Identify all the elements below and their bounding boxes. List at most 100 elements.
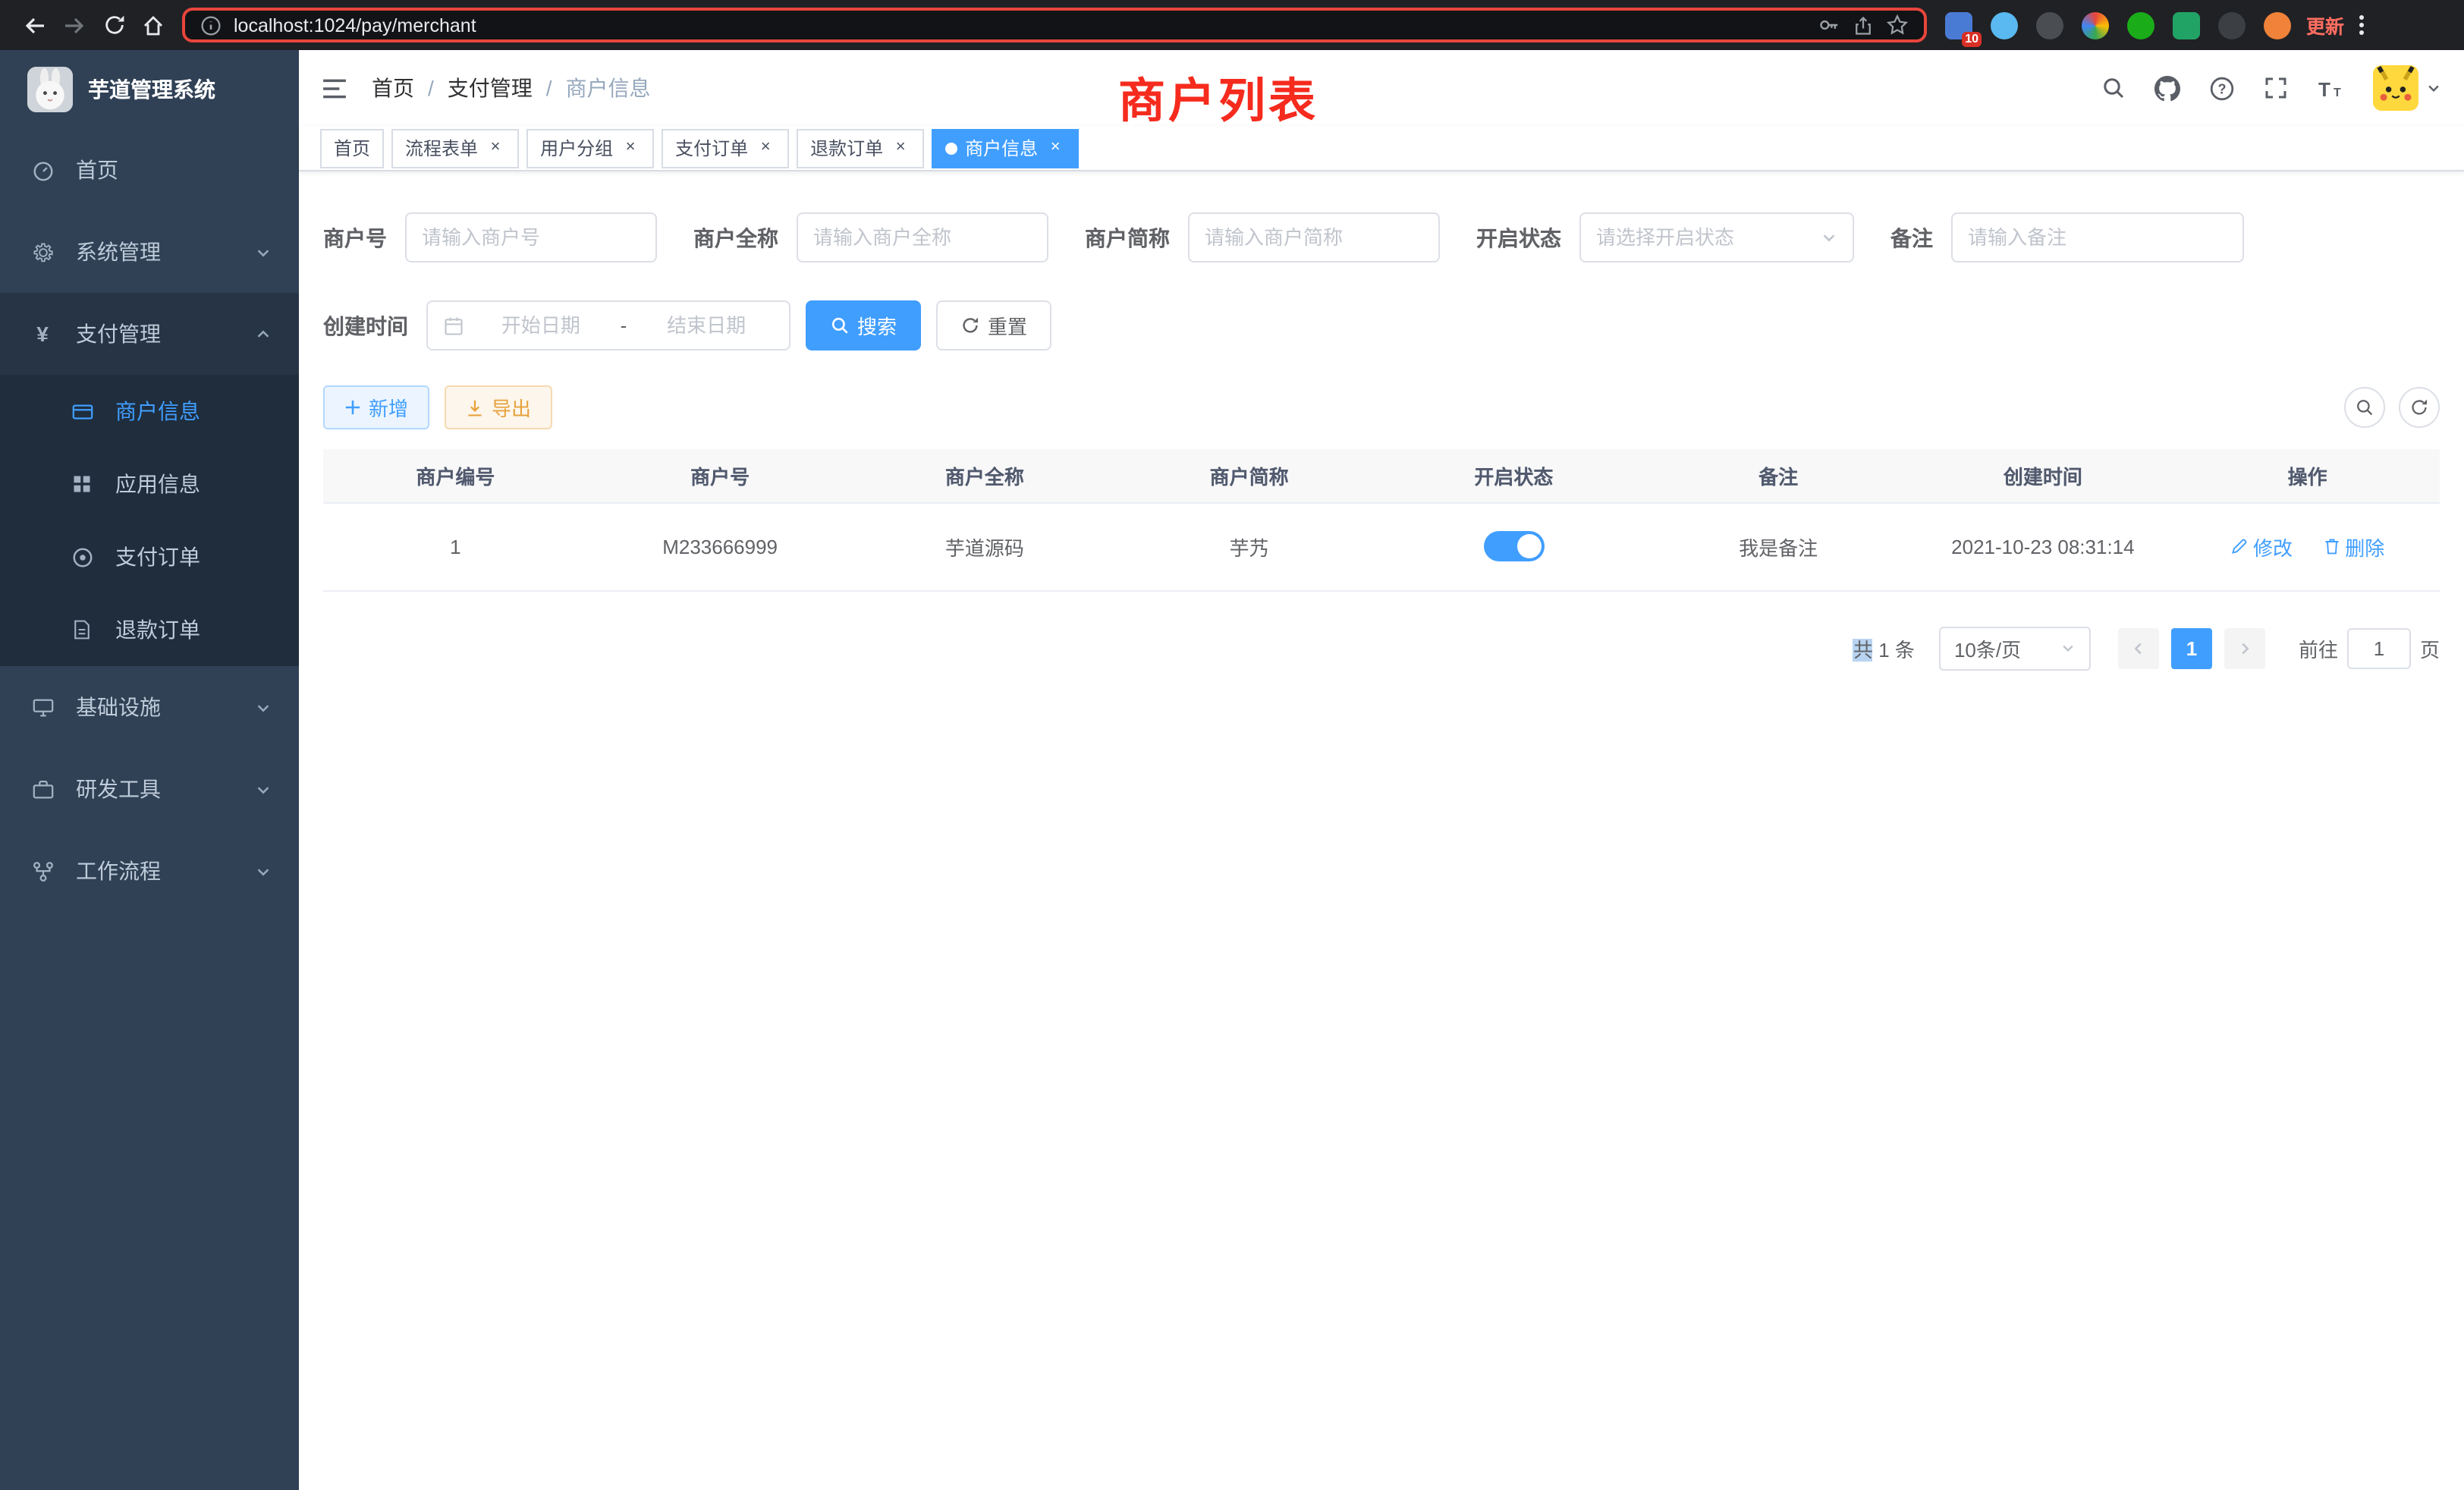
chevron-down-icon — [255, 781, 272, 797]
next-page-button[interactable] — [2224, 627, 2265, 668]
status-toggle[interactable] — [1483, 531, 1544, 561]
help-icon[interactable]: ? — [2209, 75, 2235, 101]
sidebar-item-payment[interactable]: ¥ 支付管理 — [0, 293, 299, 375]
col-create-time: 创建时间 — [1911, 449, 2176, 502]
remark-input[interactable] — [1951, 212, 2244, 262]
breadcrumb-payment[interactable]: 支付管理 — [448, 73, 533, 103]
sidebar-item-label: 基础设施 — [76, 692, 161, 722]
address-bar[interactable]: localhost:1024/pay/merchant — [182, 8, 1927, 42]
font-size-icon[interactable]: TT — [2317, 77, 2344, 99]
tab-home[interactable]: 首页 — [320, 128, 384, 168]
screen: localhost:1024/pay/merchant 10 更 — [0, 0, 2464, 1490]
col-full-name: 商户全称 — [853, 449, 1117, 502]
status-select[interactable] — [1579, 212, 1854, 262]
tab-refund-order[interactable]: 退款订单 × — [797, 128, 924, 168]
date-range-separator: - — [618, 314, 630, 337]
goto-label: 前往 — [2299, 633, 2338, 662]
sidebar-item-app-info[interactable]: 应用信息 — [0, 448, 299, 520]
extension-icon-green-square[interactable] — [2173, 11, 2200, 39]
tab-close-icon[interactable]: × — [1045, 138, 1065, 158]
sidebar: 芋道管理系统 首页 系统管理 ¥ 支付管理 — [0, 50, 299, 1490]
browser-refresh-button[interactable] — [94, 5, 134, 45]
reset-button[interactable]: 重置 — [936, 300, 1051, 350]
extension-icon-blue[interactable] — [1991, 11, 2018, 39]
gear-icon — [27, 240, 58, 263]
yen-icon: ¥ — [27, 322, 58, 346]
browser-toolbar: localhost:1024/pay/merchant 10 更 — [0, 0, 2464, 50]
share-icon[interactable] — [1853, 14, 1874, 36]
fullscreen-icon[interactable] — [2264, 76, 2288, 100]
browser-home-button[interactable] — [134, 5, 173, 45]
extension-icon-colorful[interactable] — [2082, 11, 2109, 39]
create-time-range-picker[interactable]: - — [426, 300, 790, 350]
cell-full-name: 芋道源码 — [853, 502, 1117, 590]
top-navbar: 首页 / 支付管理 / 商户信息 ? — [299, 50, 2464, 126]
tab-pay-order[interactable]: 支付订单 × — [662, 128, 789, 168]
sidebar-item-system[interactable]: 系统管理 — [0, 211, 299, 293]
sidebar-logo[interactable]: 芋道管理系统 — [0, 50, 299, 129]
page-size-select[interactable]: 10条/页 — [1939, 626, 2091, 670]
table-row: 1 M233666999 芋道源码 芋艿 我是备注 2021-10-23 08:… — [323, 502, 2440, 590]
extension-icon-knot[interactable] — [2218, 11, 2246, 39]
app-title: 芋道管理系统 — [88, 74, 215, 105]
page-info-icon[interactable] — [200, 14, 222, 36]
cell-create-time: 2021-10-23 08:31:14 — [1911, 502, 2176, 590]
active-tab-dot — [945, 142, 957, 154]
prev-page-button[interactable] — [2118, 627, 2159, 668]
extension-icon-dark[interactable] — [2036, 11, 2063, 39]
svg-text:?: ? — [2217, 80, 2226, 96]
delete-link[interactable]: 删除 — [2322, 532, 2384, 561]
annotation-merchant-list: 商户列表 — [1118, 62, 1318, 130]
breadcrumb-home[interactable]: 首页 — [372, 73, 414, 103]
tab-close-icon[interactable]: × — [891, 138, 910, 158]
sidebar-item-merchant-info[interactable]: 商户信息 — [0, 375, 299, 448]
col-remark: 备注 — [1646, 449, 1911, 502]
full-name-input[interactable] — [797, 212, 1048, 262]
sidebar-item-dev-tools[interactable]: 研发工具 — [0, 748, 299, 830]
merchant-table: 商户编号 商户号 商户全称 商户简称 开启状态 备注 创建时间 操作 1 — [323, 449, 2440, 591]
tab-close-icon[interactable]: × — [486, 138, 505, 158]
table-header-row: 商户编号 商户号 商户全称 商户简称 开启状态 备注 创建时间 操作 — [323, 449, 2440, 502]
password-key-icon[interactable] — [1818, 14, 1840, 36]
calendar-icon — [443, 315, 464, 336]
tab-process-form[interactable]: 流程表单 × — [391, 128, 519, 168]
browser-back-button[interactable] — [15, 5, 55, 45]
sidebar-toggle-icon[interactable] — [322, 77, 347, 99]
short-name-input[interactable] — [1188, 212, 1440, 262]
user-avatar[interactable] — [2373, 65, 2441, 111]
toolbox-icon — [27, 778, 58, 800]
tab-close-icon[interactable]: × — [756, 138, 775, 158]
bookmark-star-icon[interactable] — [1886, 14, 1909, 36]
browser-extensions: 10 — [1945, 11, 2291, 39]
sidebar-item-home[interactable]: 首页 — [0, 129, 299, 211]
browser-forward-button[interactable] — [55, 5, 94, 45]
chevron-down-icon — [255, 699, 272, 715]
goto-page-input[interactable] — [2347, 627, 2411, 668]
browser-profile-avatar[interactable] — [2264, 11, 2291, 39]
merchant-no-label: 商户号 — [323, 222, 405, 253]
extension-icon-green-circle[interactable] — [2127, 11, 2154, 39]
extension-icon-badge[interactable]: 10 — [1945, 11, 1972, 39]
export-button[interactable]: 导出 — [445, 385, 552, 429]
edit-link[interactable]: 修改 — [2230, 532, 2293, 561]
github-icon[interactable] — [2154, 75, 2180, 101]
browser-update-button[interactable]: 更新 — [2306, 11, 2344, 39]
col-merchant-id: 商户编号 — [323, 449, 588, 502]
tab-user-group[interactable]: 用户分组 × — [526, 128, 654, 168]
tab-close-icon[interactable]: × — [621, 138, 640, 158]
sidebar-item-pay-order[interactable]: 支付订单 — [0, 520, 299, 593]
page-number-1[interactable]: 1 — [2171, 627, 2212, 668]
refresh-table-button[interactable] — [2399, 387, 2440, 428]
chevron-down-icon — [255, 244, 272, 260]
browser-menu-icon[interactable] — [2359, 15, 2364, 35]
merchant-no-input[interactable] — [405, 212, 657, 262]
sidebar-item-infrastructure[interactable]: 基础设施 — [0, 666, 299, 748]
tab-merchant-info[interactable]: 商户信息 × — [932, 128, 1079, 168]
search-button[interactable]: 搜索 — [806, 300, 921, 350]
cell-merchant-no: M233666999 — [588, 502, 853, 590]
sidebar-item-workflow[interactable]: 工作流程 — [0, 830, 299, 912]
add-button[interactable]: 新增 — [323, 385, 429, 429]
toggle-search-button[interactable] — [2344, 387, 2385, 428]
sidebar-item-refund-order[interactable]: 退款订单 — [0, 593, 299, 666]
header-search-icon[interactable] — [2101, 76, 2126, 100]
